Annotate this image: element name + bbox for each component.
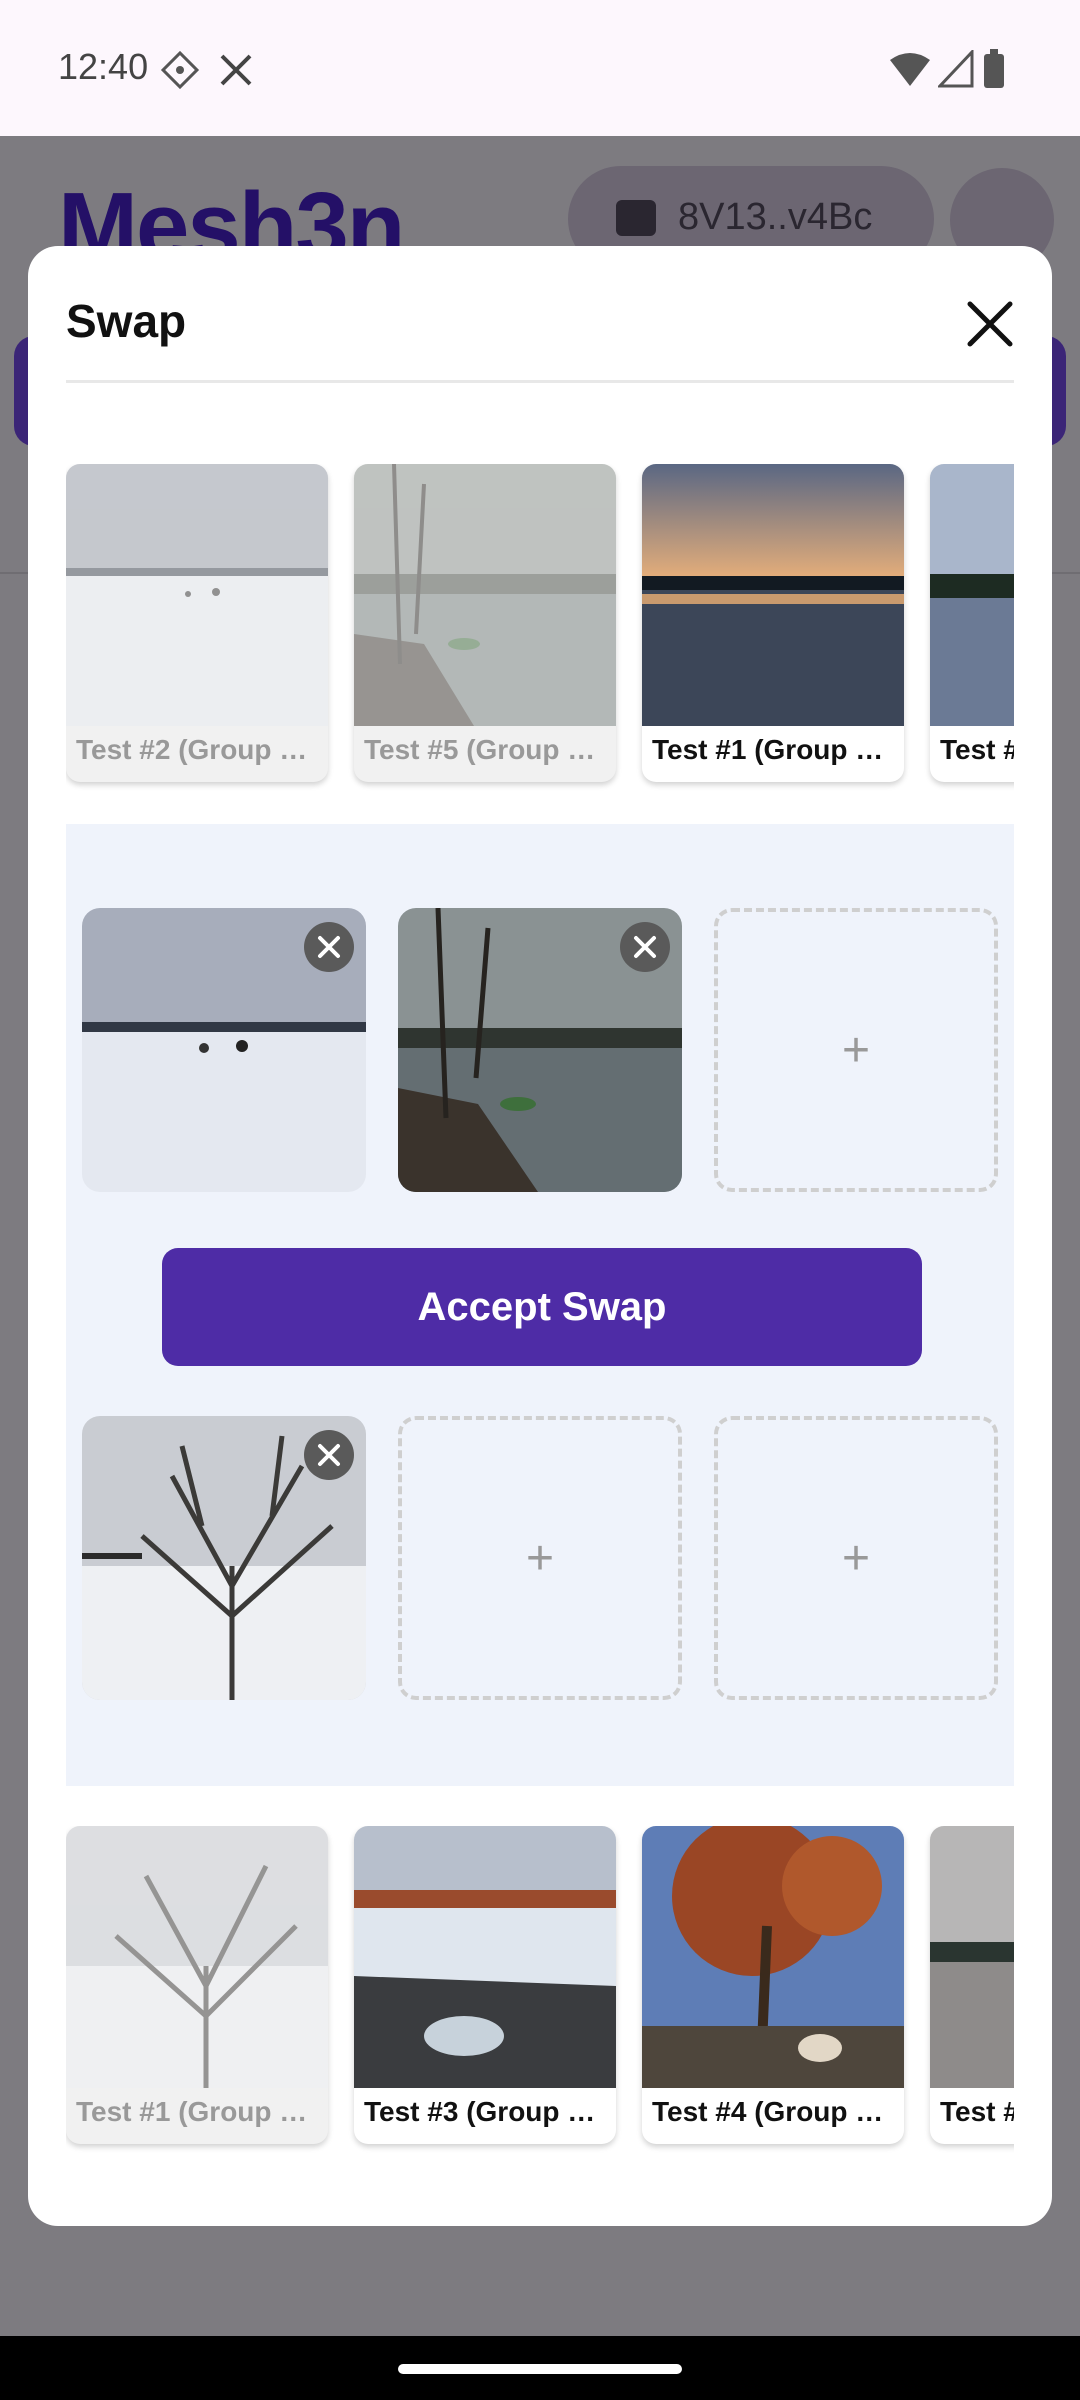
top-nft-strip[interactable]: Test #2 (Group #… Test #5 (Group #… Test — [66, 464, 1014, 794]
signal-icon — [938, 50, 974, 88]
modal-divider — [66, 380, 1014, 383]
nft-caption: Test # — [940, 2096, 1014, 2127]
home-gesture-handle[interactable] — [398, 2364, 682, 2374]
add-icon: + — [525, 1531, 555, 1585]
modal-title: Swap — [66, 295, 187, 347]
swap-slot-empty[interactable]: + — [714, 1416, 998, 1700]
status-bar: 12:40 — [0, 0, 1080, 136]
remove-icon[interactable] — [304, 922, 354, 972]
nft-thumbnail — [354, 464, 616, 726]
nft-caption: Test #1 (Group #… — [652, 734, 896, 765]
nft-card[interactable]: Test #1 (Group #… — [642, 464, 904, 782]
nft-thumbnail — [354, 1826, 616, 2088]
nft-thumbnail — [66, 1826, 328, 2088]
swap-area: + Accept Swap + + — [66, 824, 1014, 1786]
nft-thumbnail — [930, 464, 1014, 726]
nft-caption: Test #3 (Group #… — [364, 2096, 608, 2127]
nft-card[interactable]: Test # — [930, 1826, 1014, 2144]
nft-card[interactable]: Test #3 (Group #… — [354, 1826, 616, 2144]
bottom-nft-strip[interactable]: Test #1 (Group #… Test #3 (Group #… Test — [66, 1826, 1014, 2156]
swap-slot-filled[interactable] — [82, 1416, 366, 1700]
swap-slot-filled[interactable] — [398, 908, 682, 1192]
navigation-bar — [0, 2336, 1080, 2400]
wallet-icon — [616, 200, 656, 236]
nft-card[interactable]: Test #5 (Group #… — [354, 464, 616, 782]
remove-icon[interactable] — [620, 922, 670, 972]
close-icon[interactable] — [960, 294, 1020, 354]
nft-caption: Test #5 (Group #… — [364, 734, 608, 765]
nft-thumbnail — [930, 1826, 1014, 2088]
nft-card[interactable]: Test #1 (Group #… — [66, 1826, 328, 2144]
accept-swap-button[interactable]: Accept Swap — [162, 1248, 922, 1366]
wifi-icon — [890, 53, 930, 86]
wallet-address: 8V13..v4Bc — [678, 196, 873, 238]
add-icon: + — [841, 1531, 871, 1585]
nft-card[interactable]: Test #2 (Group #… — [66, 464, 328, 782]
add-icon: + — [841, 1023, 871, 1077]
nft-thumbnail — [642, 1826, 904, 2088]
nft-caption: Test #4 (Group #… — [652, 2096, 896, 2127]
remove-icon[interactable] — [304, 1430, 354, 1480]
swap-slot-empty[interactable]: + — [398, 1416, 682, 1700]
swap-slot-filled[interactable] — [82, 908, 366, 1192]
notification-diamond-icon — [160, 50, 200, 90]
swap-slot-empty[interactable]: + — [714, 908, 998, 1192]
nft-caption: Test #1 (Group #… — [76, 2096, 320, 2127]
battery-icon — [984, 49, 1004, 88]
nft-card[interactable]: Test # — [930, 464, 1014, 782]
nft-caption: Test # — [940, 734, 1014, 765]
swap-modal: Swap Test #2 (Group #… Test #5 (Group #…… — [28, 246, 1052, 2226]
nft-thumbnail — [66, 464, 328, 726]
nft-card[interactable]: Test #4 (Group #… — [642, 1826, 904, 2144]
status-time: 12:40 — [58, 46, 149, 87]
nft-caption: Test #2 (Group #… — [76, 734, 320, 765]
x-logo-icon — [220, 54, 252, 86]
nft-thumbnail — [642, 464, 904, 726]
